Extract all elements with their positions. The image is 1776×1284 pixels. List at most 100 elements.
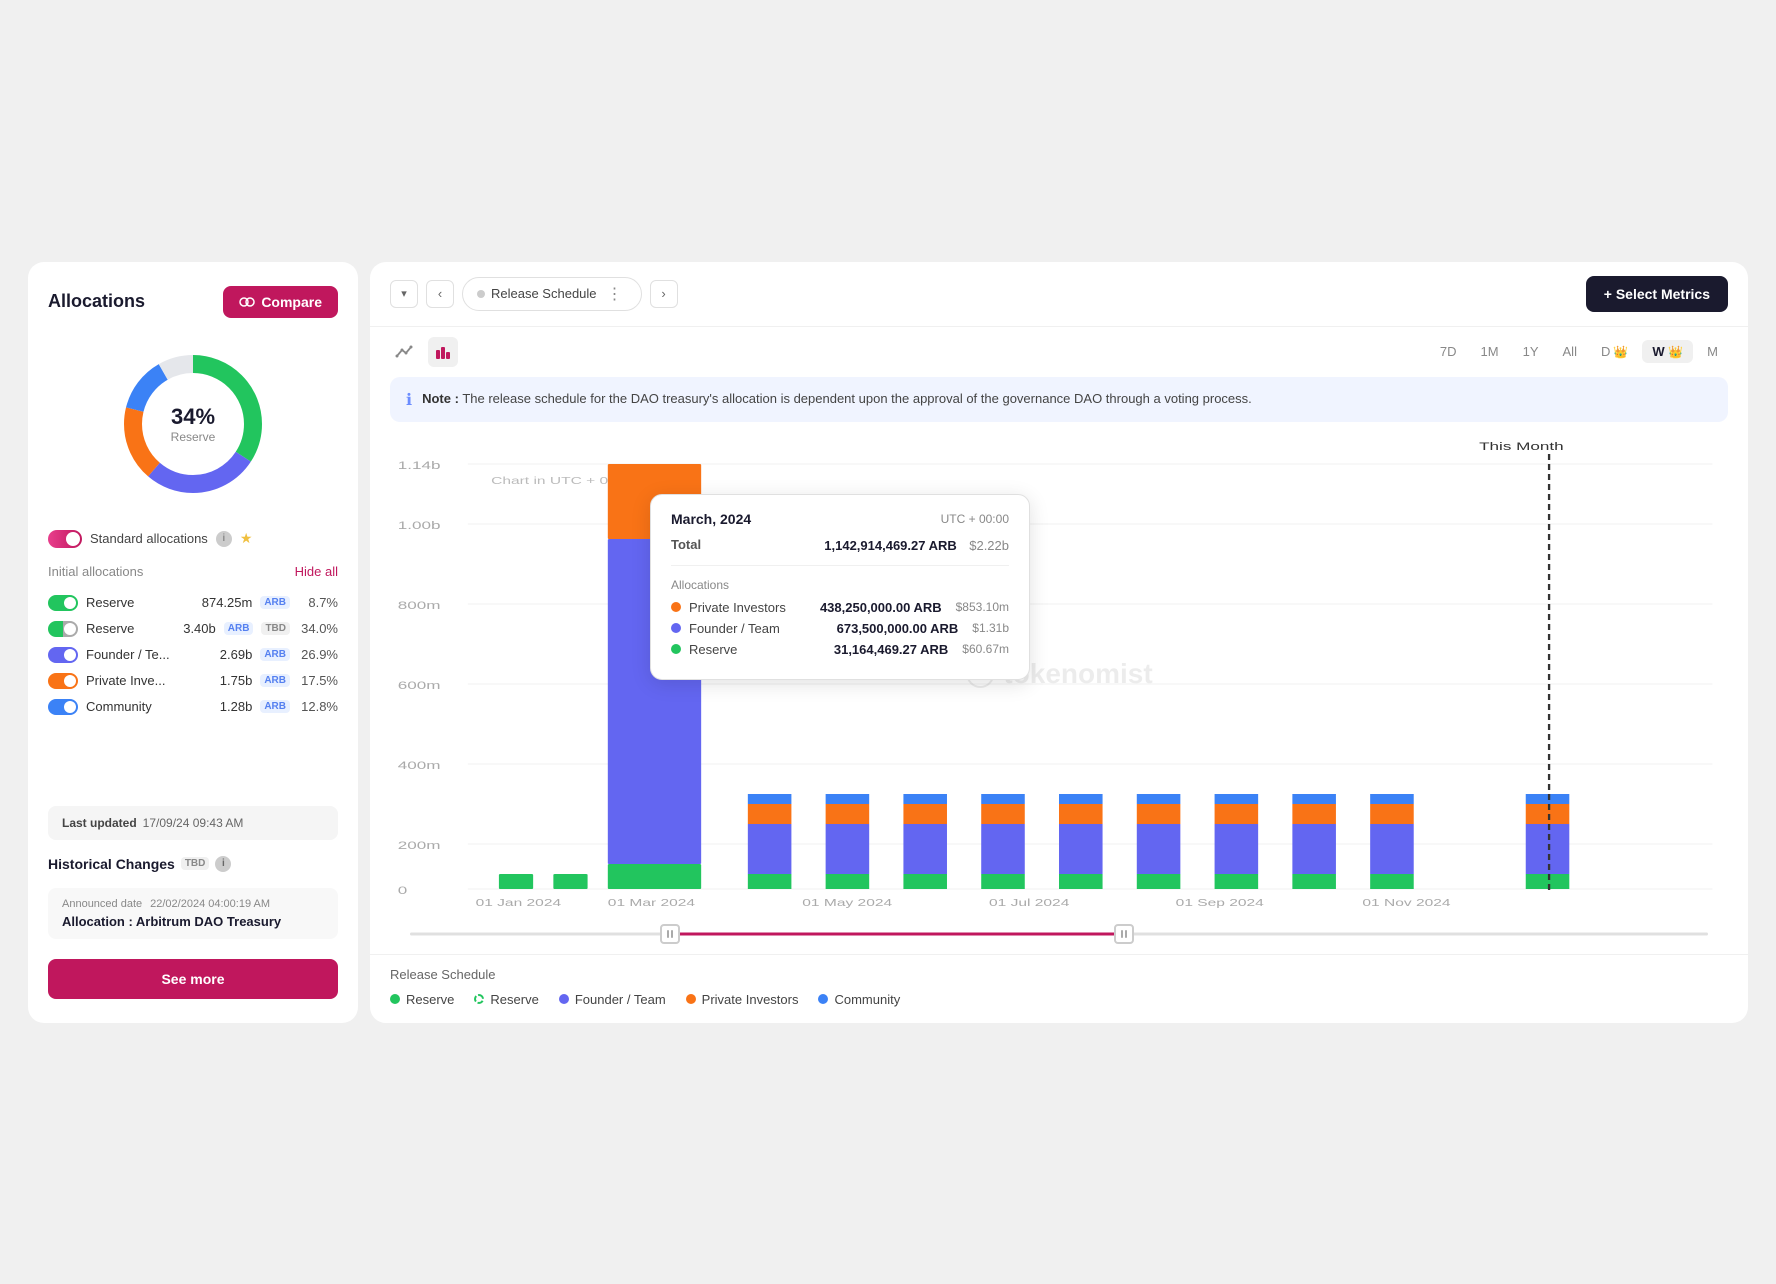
svg-text:400m: 400m <box>398 759 441 771</box>
allocation-item-reserve2: Reserve 3.40b ARB TBD 34.0% <box>48 621 338 637</box>
alloc-amount: 3.40b <box>183 621 216 636</box>
time-all[interactable]: All <box>1553 340 1587 363</box>
tooltip-name-founder: Founder / Team <box>689 621 829 636</box>
svg-text:1.14b: 1.14b <box>398 459 441 471</box>
time-1m[interactable]: 1M <box>1471 340 1509 363</box>
chart-toolbar: 7D 1M 1Y All D 👑 W 👑 M <box>370 327 1748 377</box>
legend-private: Private Investors <box>686 992 799 1007</box>
note-label: Note : <box>422 391 459 406</box>
note-icon: ℹ <box>406 390 412 410</box>
legend-title: Release Schedule <box>390 967 1728 982</box>
chart-legend: Release Schedule Reserve Reserve Founder… <box>370 954 1748 1023</box>
alloc-name: Reserve <box>86 595 194 610</box>
standard-allocations-row: Standard allocations i ★ <box>48 530 338 548</box>
chart-tooltip: March, 2024 UTC + 00:00 Total 1,142,914,… <box>650 494 1030 680</box>
chart-area: 1.14b 1.00b 800m 600m 400m 200m 0 <box>370 434 1748 954</box>
last-updated-value: 17/09/24 09:43 AM <box>143 816 244 830</box>
tooltip-val-founder: 673,500,000.00 ARB <box>837 621 959 636</box>
alloc-pct: 8.7% <box>298 595 338 610</box>
range-slider[interactable] <box>410 914 1708 954</box>
hide-all-button[interactable]: Hide all <box>295 564 338 579</box>
alloc-toggle-community[interactable] <box>48 699 78 715</box>
standard-allocations-toggle[interactable] <box>48 530 82 548</box>
compare-button[interactable]: Compare <box>223 286 338 318</box>
range-handle-right[interactable] <box>1114 924 1134 944</box>
tooltip-utc: UTC + 00:00 <box>941 512 1009 526</box>
svg-text:1.00b: 1.00b <box>398 519 441 531</box>
legend-dot-reserve-dashed <box>474 994 484 1004</box>
allocation-item-private: Private Inve... 1.75b ARB 17.5% <box>48 673 338 689</box>
tooltip-total-arb: 1,142,914,469.27 ARB <box>824 538 957 553</box>
time-7d[interactable]: 7D <box>1430 340 1467 363</box>
tooltip-alloc-private: Private Investors 438,250,000.00 ARB $85… <box>671 600 1009 615</box>
arb-badge: ARB <box>260 596 290 609</box>
alloc-toggle-reserve2[interactable] <box>48 621 78 637</box>
tooltip-dot-founder <box>671 623 681 633</box>
dropdown-button[interactable]: ▾ <box>390 280 418 308</box>
legend-reserve-solid: Reserve <box>390 992 454 1007</box>
tooltip-val-private: 438,250,000.00 ARB <box>820 600 942 615</box>
legend-founder: Founder / Team <box>559 992 666 1007</box>
standard-allocations-label: Standard allocations <box>90 531 208 546</box>
svg-text:01 Nov 2024: 01 Nov 2024 <box>1362 896 1450 907</box>
time-1y[interactable]: 1Y <box>1513 340 1549 363</box>
alloc-amount: 1.28b <box>220 699 253 714</box>
historical-title: Historical Changes <box>48 856 175 872</box>
range-handle-left[interactable] <box>660 924 680 944</box>
svg-text:01 Jul 2024: 01 Jul 2024 <box>989 896 1069 907</box>
alloc-toggle-founder[interactable] <box>48 647 78 663</box>
svg-text:800m: 800m <box>398 599 441 611</box>
alloc-toggle-reserve1[interactable] <box>48 595 78 611</box>
line-chart-icon[interactable] <box>390 337 420 367</box>
tab-more-icon[interactable]: ⋮ <box>603 284 627 304</box>
svg-text:01 Jan 2024: 01 Jan 2024 <box>476 896 562 907</box>
hist-announced-label: Announced date <box>62 898 142 910</box>
range-selection <box>670 932 1124 935</box>
hist-info-icon[interactable]: i <box>215 856 231 872</box>
bar-chart-svg: 1.14b 1.00b 800m 600m 400m 200m 0 <box>390 434 1728 914</box>
tooltip-val-reserve: 31,164,469.27 ARB <box>834 642 948 657</box>
info-icon[interactable]: i <box>216 531 232 547</box>
tooltip-name-private: Private Investors <box>689 600 812 615</box>
donut-center: 34% Reserve <box>171 404 216 444</box>
svg-text:01 May 2024: 01 May 2024 <box>802 896 892 907</box>
allocation-item-founder: Founder / Te... 2.69b ARB 26.9% <box>48 647 338 663</box>
time-m[interactable]: M <box>1697 340 1728 363</box>
donut-percentage: 34% <box>171 404 216 430</box>
time-d-crown[interactable]: D 👑 <box>1591 340 1638 363</box>
initial-allocations-header: Initial allocations Hide all <box>48 564 338 579</box>
alloc-toggle-private[interactable] <box>48 673 78 689</box>
note-content: The release schedule for the DAO treasur… <box>462 391 1251 406</box>
tooltip-month: March, 2024 <box>671 511 751 527</box>
release-schedule-tab[interactable]: Release Schedule ⋮ <box>462 277 642 311</box>
initial-allocations-title: Initial allocations <box>48 564 143 579</box>
svg-text:0: 0 <box>398 884 408 896</box>
svg-text:600m: 600m <box>398 679 441 691</box>
tbd-badge: TBD <box>261 622 290 635</box>
bar-chart-icon[interactable] <box>428 337 458 367</box>
legend-dot-founder <box>559 994 569 1004</box>
tab-dot <box>477 290 485 298</box>
tooltip-dot-private <box>671 602 681 612</box>
alloc-amount: 1.75b <box>220 673 253 688</box>
select-metrics-button[interactable]: + Select Metrics <box>1586 276 1728 312</box>
tooltip-alloc-founder: Founder / Team 673,500,000.00 ARB $1.31b <box>671 621 1009 636</box>
note-text: Note : The release schedule for the DAO … <box>422 389 1252 409</box>
tooltip-total-values: 1,142,914,469.27 ARB $2.22b <box>824 537 1009 555</box>
legend-dot-reserve <box>390 994 400 1004</box>
legend-items: Reserve Reserve Founder / Team Private I… <box>390 992 1728 1007</box>
tooltip-alloc-reserve: Reserve 31,164,469.27 ARB $60.67m <box>671 642 1009 657</box>
right-panel: ▾ ‹ Release Schedule ⋮ › + Select Metric… <box>370 262 1748 1023</box>
see-more-button[interactable]: See more <box>48 959 338 999</box>
historical-changes-header: Historical Changes TBD i <box>48 856 338 872</box>
donut-chart: 34% Reserve <box>48 334 338 514</box>
time-w-crown[interactable]: W 👑 <box>1642 340 1693 363</box>
alloc-amount: 874.25m <box>202 595 253 610</box>
arb-badge: ARB <box>260 700 290 713</box>
panel-header: Allocations Compare <box>48 286 338 318</box>
alloc-pct: 34.0% <box>298 621 338 636</box>
crown-icon-w: 👑 <box>1668 345 1683 359</box>
nav-prev-button[interactable]: ‹ <box>426 280 454 308</box>
allocation-item-reserve1: Reserve 874.25m ARB 8.7% <box>48 595 338 611</box>
nav-next-button[interactable]: › <box>650 280 678 308</box>
